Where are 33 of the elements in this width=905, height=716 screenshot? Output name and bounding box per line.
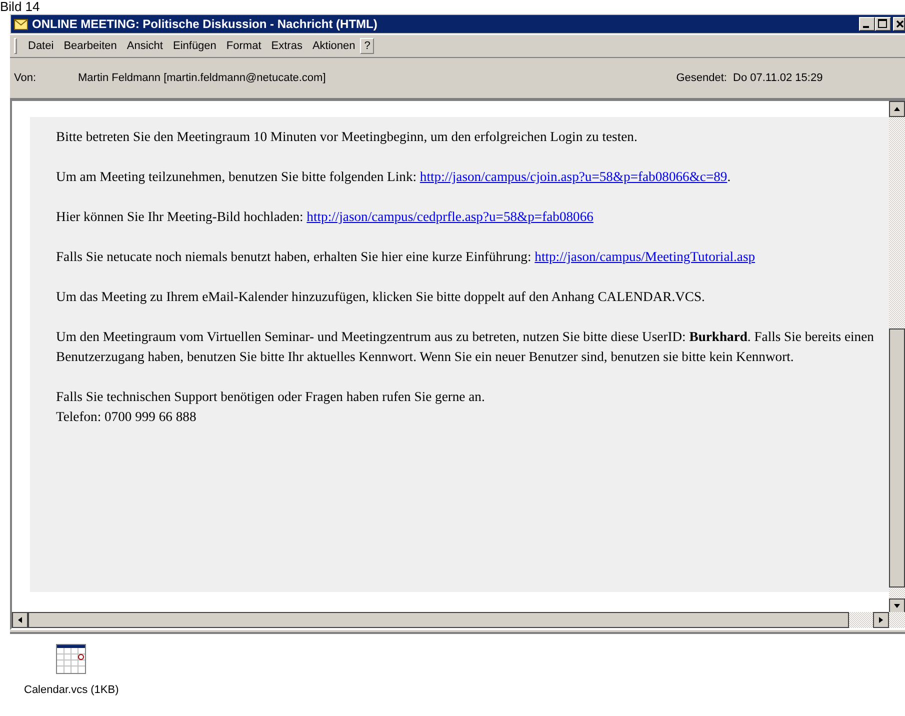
close-icon[interactable]	[893, 17, 905, 31]
menu-item[interactable]: Extras	[266, 38, 308, 54]
calendar-icon[interactable]	[56, 644, 86, 674]
menu-item[interactable]: Einfügen	[168, 38, 222, 54]
menu-item[interactable]: Datei	[23, 38, 59, 54]
envelope-icon	[14, 18, 28, 30]
attachment-name[interactable]: Calendar.vcs (1KB)	[24, 684, 119, 696]
menu-item[interactable]: Ansicht	[122, 38, 168, 54]
help-button[interactable]: ?	[360, 38, 374, 54]
link[interactable]: http://jason/campus/MeetingTutorial.asp	[534, 249, 756, 264]
message-paragraph: Um das Meeting zu Ihrem eMail-Kalender hinzuzufügen, klicken Sie bitte doppelt auf den Anhang CALENDAR.VCS.	[56, 288, 706, 306]
message-paragraph: Falls Sie technischen Support benötigen oder Fragen haben rufen Sie gerne an.	[56, 388, 486, 406]
sender-text: Martin Feldmann [martin.feldmann@netucate.com]	[78, 72, 327, 84]
link[interactable]: http://jason/campus/cjoin.asp?u=58&p=fab08066&c=89	[420, 169, 728, 184]
maximize-icon[interactable]	[875, 17, 891, 31]
vertical-scrollbar[interactable]	[889, 101, 905, 612]
message-paragraph: Bitte betreten Sie den Meetingraum 10 Minuten vor Meetingbeginn, um den erfolgreichen Login zu testen.	[56, 128, 638, 146]
message-paragraph: Telefon: 0700 999 66 888	[56, 408, 198, 426]
from-label: Von:	[14, 72, 38, 84]
link[interactable]: http://jason/campus/cedprfle.asp?u=58&p=fab08066	[306, 209, 594, 224]
message-paragraph: Um am Meeting teilzunehmen, benutzen Sie bitte folgenden Link: http://jason/campus/cjoin.asp?u=58&p=fab08066&c=89.	[56, 168, 732, 186]
menu-item[interactable]: Format	[221, 38, 266, 54]
message-paragraph: Um den Meetingraum vom Virtuellen Seminar- und Meetingzentrum aus zu betreten, nutzen Sie bitte diese UserID: Burkhard. Falls Sie bereits einen Benutzerzugang haben, benutzen Sie bitte Ihr aktuelles Kennwort. Wenn Sie ein neuer Benutzer sind, benutzen sie bitte kein Kennwort.	[56, 328, 875, 366]
window-title: ONLINE MEETING: Politische Diskussion - Nachricht (HTML)	[32, 17, 378, 31]
menu-item[interactable]: Bearbeiten	[58, 38, 122, 54]
minimize-icon[interactable]	[859, 17, 875, 31]
figure-caption: Bild 14	[0, 0, 40, 14]
menu-item[interactable]: Aktionen	[307, 38, 360, 54]
message-paragraph: Falls Sie netucate noch niemals benutzt haben, erhalten Sie hier eine kurze Einführung: http://jason/campus/MeetingTutorial.asp	[56, 248, 756, 266]
sent-date: Do 07.11.02 15:29	[733, 72, 824, 84]
sent-label: Gesendet:	[676, 72, 727, 84]
horizontal-scrollbar[interactable]	[12, 612, 905, 628]
message-paragraph: Hier können Sie Ihr Meeting-Bild hochladen: http://jason/campus/cedprfle.asp?u=58&p=fab08066	[56, 208, 594, 226]
